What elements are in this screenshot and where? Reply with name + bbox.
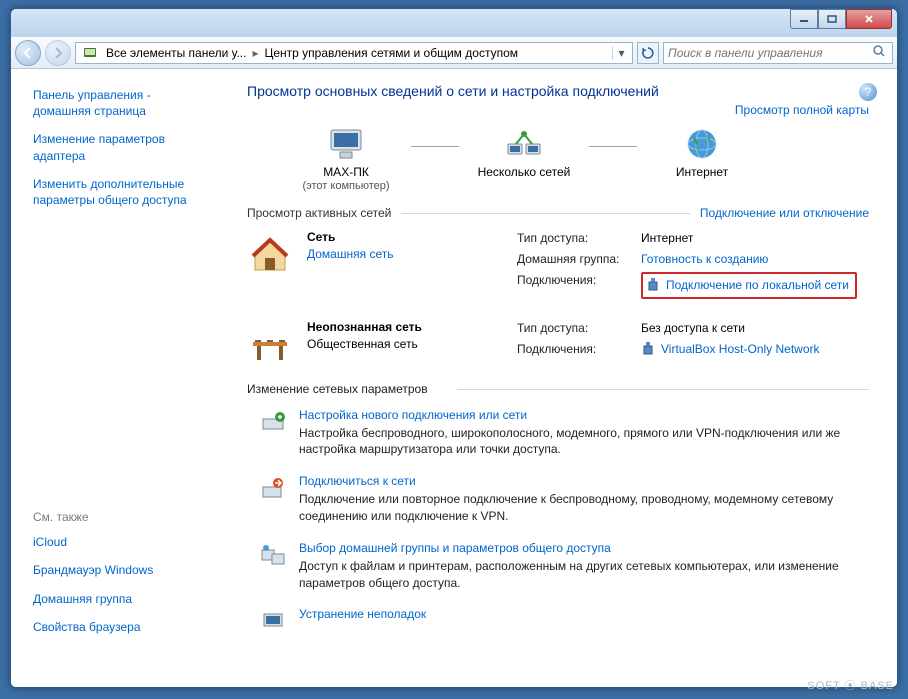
sidebar-link-home[interactable]: Панель управления - домашняя страница <box>33 87 207 119</box>
diagram-node-multiple: Несколько сетей <box>459 125 589 192</box>
setting-desc: Настройка беспроводного, широкополосного… <box>299 425 869 459</box>
setting-item: Подключиться к сети Подключение или повт… <box>259 474 869 525</box>
setting-item: Настройка нового подключения или сети На… <box>259 408 869 459</box>
homegroup-icon <box>259 541 287 569</box>
diagram-node-internet: Интернет <box>637 125 767 192</box>
active-networks-header: Просмотр активных сетей Подключение или … <box>247 206 869 220</box>
breadcrumb-separator-icon: ▸ <box>250 46 260 60</box>
page-title: Просмотр основных сведений о сети и наст… <box>247 83 869 99</box>
highlighted-connection: Подключение по локальной сети <box>641 272 857 298</box>
setting-item: Устранение неполадок <box>259 607 869 635</box>
setting-item: Выбор домашней группы и параметров общег… <box>259 541 869 592</box>
connect-icon <box>259 474 287 502</box>
sidebar-link-homegroup[interactable]: Домашняя группа <box>33 591 207 607</box>
maximize-button[interactable] <box>818 9 846 29</box>
connect-disconnect-link[interactable]: Подключение или отключение <box>700 206 869 220</box>
network-type: Общественная сеть <box>307 337 418 351</box>
homegroup-link[interactable]: Готовность к созданию <box>641 251 768 267</box>
home-network-icon <box>247 230 293 276</box>
network-type-link[interactable]: Домашняя сеть <box>307 247 393 261</box>
address-dropdown-icon[interactable]: ▾ <box>612 46 630 60</box>
vbox-connection-link[interactable]: VirtualBox Host-Only Network <box>661 341 820 357</box>
diagram-label: MAX-ПК <box>323 165 369 180</box>
prop-label: Тип доступа: <box>517 320 641 336</box>
sidebar-link-browser[interactable]: Свойства браузера <box>33 619 207 635</box>
address-bar[interactable]: Все элементы панели у... ▸ Центр управле… <box>75 42 633 64</box>
content-area: Панель управления - домашняя страница Из… <box>11 69 897 687</box>
setting-desc: Доступ к файлам и принтерам, расположенн… <box>299 558 869 592</box>
prop-label: Домашняя группа: <box>517 251 641 267</box>
diagram-node-computer: MAX-ПК (этот компьютер) <box>281 125 411 192</box>
search-box[interactable] <box>663 42 893 64</box>
lan-connection-link[interactable]: Подключение по локальной сети <box>666 277 849 293</box>
network-row: Сеть Домашняя сеть Тип доступа: Интернет… <box>247 230 869 304</box>
network-row: Неопознанная сеть Общественная сеть Тип … <box>247 320 869 366</box>
sidebar-link-firewall[interactable]: Брандмауэр Windows <box>33 562 207 578</box>
diagram-label: Несколько сетей <box>478 165 571 180</box>
prop-label: Подключения: <box>517 272 641 298</box>
close-button[interactable] <box>846 9 892 29</box>
full-map-link[interactable]: Просмотр полной карты <box>735 103 869 117</box>
diagram-label: Интернет <box>676 165 728 180</box>
setting-desc: Подключение или повторное подключение к … <box>299 491 869 525</box>
diagram-sublabel: (этот компьютер) <box>302 180 389 192</box>
back-button[interactable] <box>15 40 41 66</box>
ethernet-icon <box>646 278 660 292</box>
breadcrumb-segment[interactable]: Все элементы панели у... <box>102 46 250 60</box>
troubleshoot-icon <box>259 607 287 635</box>
setting-link[interactable]: Устранение неполадок <box>299 607 426 621</box>
sidebar-link-adapter[interactable]: Изменение параметров адаптера <box>33 131 207 163</box>
minimize-button[interactable] <box>790 9 818 29</box>
refresh-button[interactable] <box>637 42 659 64</box>
search-input[interactable] <box>668 46 872 60</box>
ethernet-icon <box>641 342 655 356</box>
network-name: Неопознанная сеть <box>307 320 422 334</box>
network-diagram: MAX-ПК (этот компьютер) Несколько сетей <box>281 125 869 192</box>
help-icon[interactable]: ? <box>859 83 877 101</box>
sidebar-see-also-heading: См. также <box>33 510 207 524</box>
settings-header: Изменение сетевых параметров <box>247 382 869 396</box>
window-controls <box>790 9 892 29</box>
setting-link[interactable]: Настройка нового подключения или сети <box>299 408 869 422</box>
search-icon <box>872 44 888 61</box>
sidebar-link-sharing[interactable]: Изменить дополнительные параметры общего… <box>33 176 207 208</box>
setting-link[interactable]: Подключиться к сети <box>299 474 869 488</box>
prop-value: Без доступа к сети <box>641 320 869 336</box>
networks-icon <box>504 125 544 163</box>
new-connection-icon <box>259 408 287 436</box>
diagram-connector <box>589 146 637 147</box>
globe-icon <box>682 125 722 163</box>
window-frame: Все элементы панели у... ▸ Центр управле… <box>10 8 898 688</box>
main-panel: ? Просмотр основных сведений о сети и на… <box>219 69 897 687</box>
breadcrumb-segment[interactable]: Центр управления сетями и общим доступом <box>261 46 523 60</box>
prop-value: Интернет <box>641 230 869 246</box>
prop-label: Тип доступа: <box>517 230 641 246</box>
public-network-icon <box>247 320 293 366</box>
setting-link[interactable]: Выбор домашней группы и параметров общег… <box>299 541 869 555</box>
titlebar[interactable] <box>11 9 897 37</box>
watermark: SOFT ⦿ BASE <box>807 677 894 693</box>
prop-label: Подключения: <box>517 341 641 357</box>
control-panel-icon <box>82 45 98 61</box>
navigation-bar: Все элементы панели у... ▸ Центр управле… <box>11 37 897 69</box>
sidebar-link-icloud[interactable]: iCloud <box>33 534 207 550</box>
diagram-connector <box>411 146 459 147</box>
network-name: Сеть <box>307 230 393 244</box>
sidebar: Панель управления - домашняя страница Из… <box>11 69 219 687</box>
computer-icon <box>326 125 366 163</box>
forward-button[interactable] <box>45 40 71 66</box>
